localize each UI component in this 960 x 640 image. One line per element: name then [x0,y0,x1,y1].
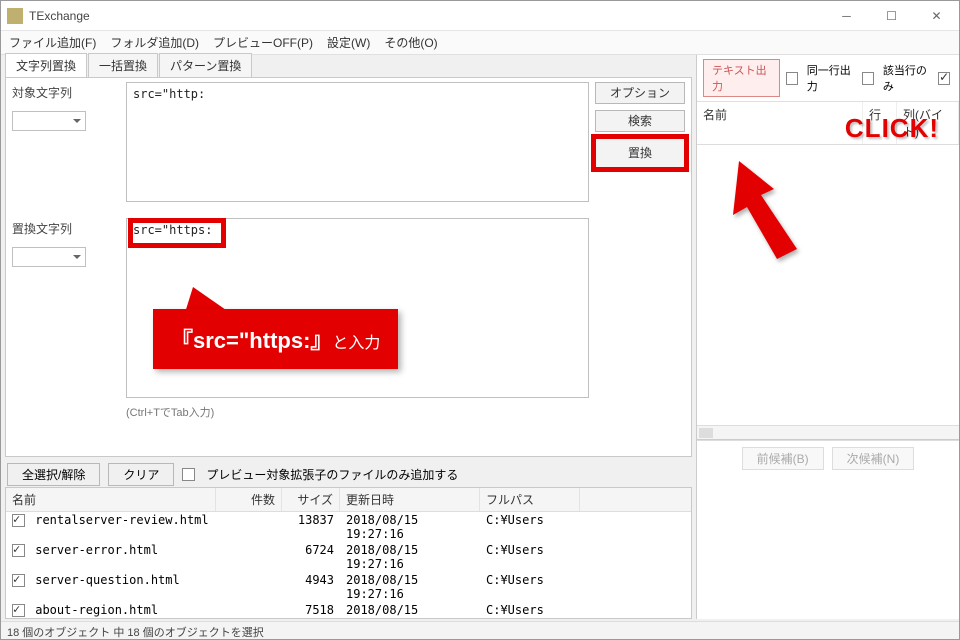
titlebar: TExchange ─ ☐ ✕ [1,1,959,31]
table-row[interactable]: about-region.html75182018/08/15 19:27:16… [6,602,691,618]
prev-candidate-button[interactable]: 前候補(B) [742,447,824,470]
same-line-label: 同一行出力 [807,62,856,94]
extra-checkbox[interactable] [938,72,950,85]
file-list: 名前 件数 サイズ 更新日時 フルパス rentalserver-review.… [5,487,692,619]
search-button[interactable]: 検索 [595,110,685,132]
target-string-label: 対象文字列 [6,78,102,107]
table-row[interactable]: rentalserver-review.html138372018/08/15 … [6,512,691,542]
col-date[interactable]: 更新日時 [340,488,480,511]
preview-pane [697,476,959,619]
replace-panel: 対象文字列 src="http: オプション 検索 置換 置換文字列 [5,77,692,457]
col-path[interactable]: フルパス [480,488,580,511]
same-line-checkbox[interactable] [786,72,798,85]
col-result-name[interactable]: 名前 [697,102,863,144]
replace-button[interactable]: 置換 [595,138,685,168]
menubar: ファイル追加(F) フォルダ追加(D) プレビューOFF(P) 設定(W) その… [1,31,959,55]
col-count[interactable]: 件数 [216,488,282,511]
annotation-click-text: CLICK! [845,113,939,144]
target-history-dropdown[interactable] [12,111,86,131]
annotation-callout: 『src="https:』と入力 [153,309,398,369]
col-name[interactable]: 名前 [6,488,216,511]
preview-extension-label: プレビュー対象拡張子のファイルのみ追加する [206,466,458,483]
target-only-checkbox[interactable] [862,72,874,85]
replace-history-dropdown[interactable] [12,247,86,267]
results-hscroll[interactable] [697,425,959,439]
replace-string-label: 置換文字列 [6,214,102,243]
table-row[interactable]: server-error.html67242018/08/15 19:27:16… [6,542,691,572]
select-all-button[interactable]: 全選択/解除 [7,463,100,486]
tab-string-replace[interactable]: 文字列置換 [5,53,87,77]
window-title: TExchange [29,9,824,23]
file-list-header: 名前 件数 サイズ 更新日時 フルパス [6,488,691,512]
close-button[interactable]: ✕ [914,1,959,30]
status-bar: 18 個のオブジェクト 中 18 個のオブジェクトを選択 [1,621,959,639]
replace-tabs: 文字列置換 一括置換 パターン置換 [1,55,696,77]
row-checkbox[interactable] [12,604,25,617]
tab-batch-replace[interactable]: 一括置換 [88,53,158,77]
target-string-value: src="http: [133,87,205,101]
tab-input-hint: (Ctrl+TでTab入力) [6,402,691,424]
app-icon [7,8,23,24]
target-only-label: 該当行のみ [883,62,932,94]
table-row[interactable]: server-question.html49432018/08/15 19:27… [6,572,691,602]
menu-other[interactable]: その他(O) [384,34,437,51]
option-button[interactable]: オプション [595,82,685,104]
text-output-button[interactable]: テキスト出力 [703,59,780,97]
minimize-button[interactable]: ─ [824,1,869,30]
menu-preview[interactable]: プレビューOFF(P) [213,34,313,51]
menu-settings[interactable]: 設定(W) [327,34,370,51]
right-toolbar: テキスト出力 同一行出力 該当行のみ [697,55,959,102]
annotation-callout-prefix: 『src="https:』 [171,328,332,353]
filelist-toolbar: 全選択/解除 クリア プレビュー対象拡張子のファイルのみ追加する [1,461,696,487]
col-size[interactable]: サイズ [282,488,340,511]
maximize-button[interactable]: ☐ [869,1,914,30]
row-checkbox[interactable] [12,514,25,527]
menu-folder[interactable]: フォルダ追加(D) [110,34,199,51]
annotation-arrow [719,151,839,274]
next-candidate-button[interactable]: 次候補(N) [832,447,915,470]
annotation-callout-suffix: と入力 [332,335,380,352]
annotation-input-outline [128,218,226,248]
preview-extension-checkbox[interactable] [182,468,195,481]
row-checkbox[interactable] [12,544,25,557]
row-checkbox[interactable] [12,574,25,587]
target-string-input[interactable]: src="http: [126,82,589,202]
tab-pattern-replace[interactable]: パターン置換 [159,53,252,77]
menu-file[interactable]: ファイル追加(F) [9,34,96,51]
clear-button[interactable]: クリア [108,463,174,486]
